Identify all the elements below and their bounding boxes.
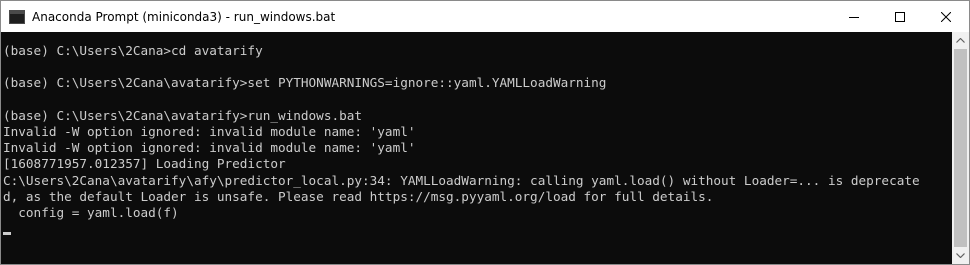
scroll-down-button[interactable] <box>952 247 969 264</box>
close-icon <box>941 11 951 22</box>
console-icon <box>9 9 25 25</box>
maximize-icon <box>895 11 905 22</box>
console-line: d, as the default Loader is unsafe. Plea… <box>3 188 714 204</box>
text-cursor <box>3 232 11 236</box>
minimize-button[interactable] <box>831 1 877 32</box>
window-controls <box>831 1 969 32</box>
maximize-button[interactable] <box>877 1 923 32</box>
console-line: [1608771957.012357] Loading Predictor <box>3 156 286 172</box>
console-line: config = yaml.load(f) <box>3 204 179 220</box>
title-bar[interactable]: Anaconda Prompt (miniconda3) - run_windo… <box>1 1 969 32</box>
window-title: Anaconda Prompt (miniconda3) - run_windo… <box>32 9 336 24</box>
console-line: Invalid -W option ignored: invalid modul… <box>3 140 416 156</box>
console-line: C:\Users\2Cana\avatarify\afy\predictor_l… <box>3 172 920 188</box>
close-button[interactable] <box>923 1 969 32</box>
minimize-icon <box>849 16 859 18</box>
scroll-up-button[interactable] <box>952 32 969 49</box>
vertical-scrollbar[interactable] <box>952 32 969 264</box>
cursor-line <box>3 221 953 237</box>
chevron-down-icon <box>956 253 965 258</box>
scrollbar-thumb[interactable] <box>954 49 967 247</box>
console-line: (base) C:\Users\2Cana\avatarify>set PYTH… <box>3 75 607 91</box>
chevron-up-icon <box>956 38 965 43</box>
console-line: Invalid -W option ignored: invalid modul… <box>3 123 416 139</box>
console-output[interactable]: (base) C:\Users\2Cana>cd avatarify (base… <box>1 32 953 264</box>
console-line: (base) C:\Users\2Cana\avatarify>run_wind… <box>3 107 363 123</box>
console-window: Anaconda Prompt (miniconda3) - run_windo… <box>0 0 970 265</box>
console-line: (base) C:\Users\2Cana>cd avatarify <box>3 43 263 58</box>
